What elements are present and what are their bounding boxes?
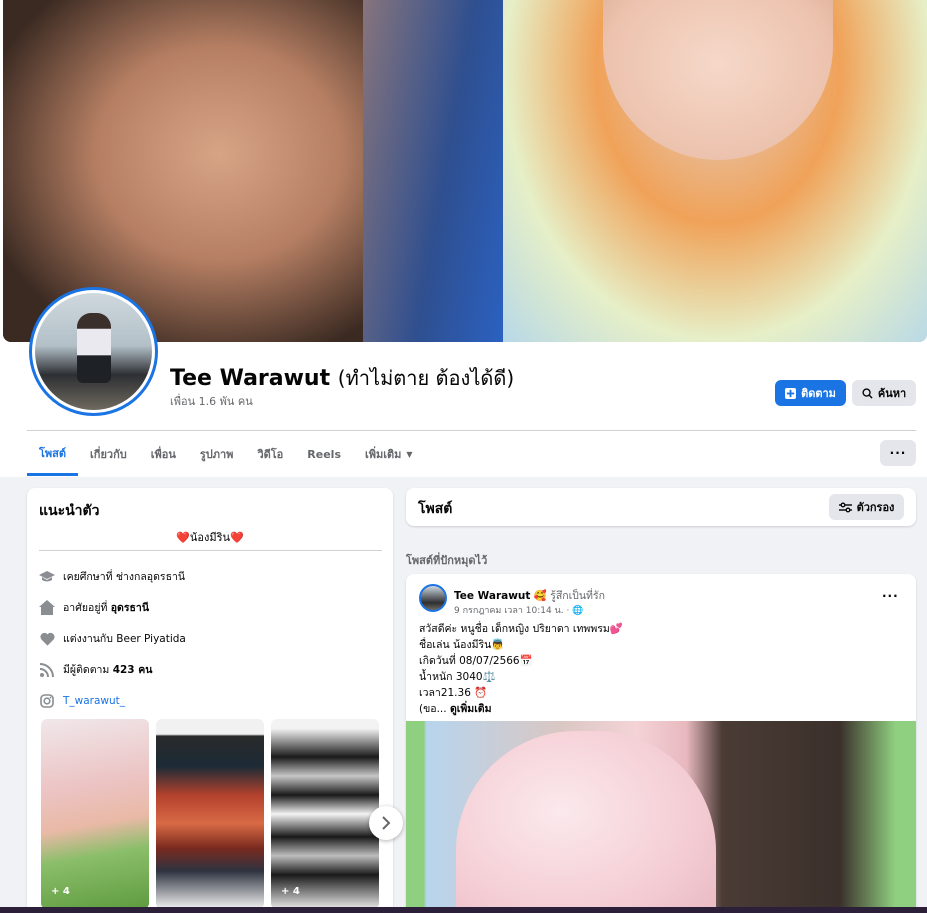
profile-avatar[interactable] [29,287,158,416]
filter-label: ตัวกรอง [856,501,895,514]
follow-label: ติดตาม [801,387,836,400]
tab-videos-label: วิดีโอ [257,448,284,461]
tab-friends[interactable]: เพื่อน [139,432,188,476]
tab-more-label: เพิ่มเติม [365,448,402,461]
filter-button[interactable]: ตัวกรอง [829,494,904,520]
featured-photo-1[interactable]: + 4 [41,719,149,909]
avatar-image [35,293,152,410]
home-icon [39,600,55,616]
avatar-person [77,313,111,383]
rss-icon [39,662,55,678]
education-text: เคยศึกษาที่ ช่างกลอุดรธานี [63,571,186,583]
intro-bio: ❤️น้องมีริน❤️ [176,531,244,544]
tab-videos[interactable]: วิดีโอ [245,432,295,476]
follow-plus-icon [785,387,797,399]
instagram-icon [39,693,55,709]
pinned-posts-label: โพสต์ที่ปักหมุดไว้ [406,554,488,567]
tab-about[interactable]: เกี่ยวกับ [78,432,139,476]
instagram-link[interactable]: T_warawut_ [63,695,125,707]
posts-header-card: โพสต์ ตัวกรอง [406,488,916,526]
taskbar-strip [0,907,927,913]
followers-prefix: มีผู้ติดตาม [63,664,113,676]
post-options-button[interactable]: ··· [882,589,899,603]
info-followers: มีผู้ติดตาม 423 คน [39,661,152,678]
search-label: ค้นหา [877,387,907,400]
info-instagram: T_warawut_ [39,693,125,709]
tab-posts[interactable]: โพสต์ [27,432,79,476]
profile-name-text: Tee Warawut [170,366,331,391]
pinned-post: Tee Warawut 🥰 รู้สึกเป็นที่รัก 9 กรกฎาคม… [406,574,916,913]
post-image[interactable] [406,721,916,913]
followers-count[interactable]: 423 คน [113,664,153,676]
info-lives: อาศัยอยู่ที่ อุดรธานี [39,599,149,616]
filter-sliders-icon [838,502,852,512]
graduation-cap-icon [39,569,55,585]
tab-photos-label: รูปภาพ [199,448,234,461]
post-body: สวัสดีค่ะ หนูชื่อ เด็กหญิง ปริยาดา เทพพร… [419,623,623,715]
tab-posts-label: โพสต์ [39,446,67,460]
posts-title: โพสต์ [418,501,453,517]
post-author-name[interactable]: Tee Warawut [454,590,530,602]
profile-nickname: (ทำไม่ตาย ต้องได้ดี) [337,366,515,390]
header-divider [27,430,916,431]
info-relationship: แต่งงานกับ Beer Piyatida [39,630,186,647]
tab-about-label: เกี่ยวกับ [90,448,127,461]
search-button[interactable]: ค้นหา [852,380,916,406]
featured-photo-2[interactable] [156,719,264,909]
cover-photo[interactable] [3,0,927,342]
follow-button[interactable]: ติดตาม [775,380,846,406]
tab-friends-label: เพื่อน [150,448,176,461]
profile-tabs: โพสต์ เกี่ยวกับ เพื่อน รูปภาพ วิดีโอ Ree… [27,432,425,476]
search-icon [862,387,873,399]
tab-reels-label: Reels [307,447,341,461]
lives-place[interactable]: อุดรธานี [111,602,149,614]
caret-down-icon: ▼ [406,449,413,459]
post-text: สวัสดีค่ะ หนูชื่อ เด็กหญิง ปริยาดา เทพพร… [419,621,899,717]
friends-count[interactable]: เพื่อน 1.6 พัน คน [170,392,253,410]
cover-father-image [3,0,363,342]
post-timestamp[interactable]: 9 กรกฎาคม เวลา 10:14 น. · 🌐 [454,603,583,617]
post-author-avatar[interactable] [419,584,447,612]
profile-name: Tee Warawut (ทำไม่ตาย ต้องได้ดี) [170,362,514,394]
photo-count-1: + 4 [51,886,70,897]
post-image-bonnet [456,731,716,913]
post-time-text: 9 กรกฎาคม เวลา 10:14 น. · [454,606,573,616]
relationship-text: แต่งงานกับ Beer Piyatida [63,633,186,645]
post-feeling: รู้สึกเป็นที่รัก [550,590,605,602]
tab-photos[interactable]: รูปภาพ [188,432,246,476]
globe-icon: 🌐 [572,606,584,616]
intro-card: แนะนำตัว ❤️น้องมีริน❤️ เคยศึกษาที่ ช่างก… [27,488,403,913]
post-header: Tee Warawut 🥰 รู้สึกเป็นที่รัก [454,587,605,604]
chevron-right-icon[interactable] [369,806,403,840]
tab-reels[interactable]: Reels [295,432,353,476]
heart-icon [39,631,55,647]
intro-title: แนะนำตัว [39,503,100,519]
see-more-link[interactable]: ดูเพิ่มเติม [450,703,492,715]
profile-more-button[interactable]: ··· [880,440,916,466]
feeling-emoji-icon: 🥰 [533,590,547,602]
info-education: เคยศึกษาที่ ช่างกลอุดรธานี [39,568,185,585]
photo-count-3: + 4 [281,886,300,897]
featured-photo-3[interactable]: + 4 [271,719,379,909]
lives-prefix: อาศัยอยู่ที่ [63,602,111,614]
tab-more[interactable]: เพิ่มเติม ▼ [353,432,425,476]
bio-divider [39,550,382,551]
